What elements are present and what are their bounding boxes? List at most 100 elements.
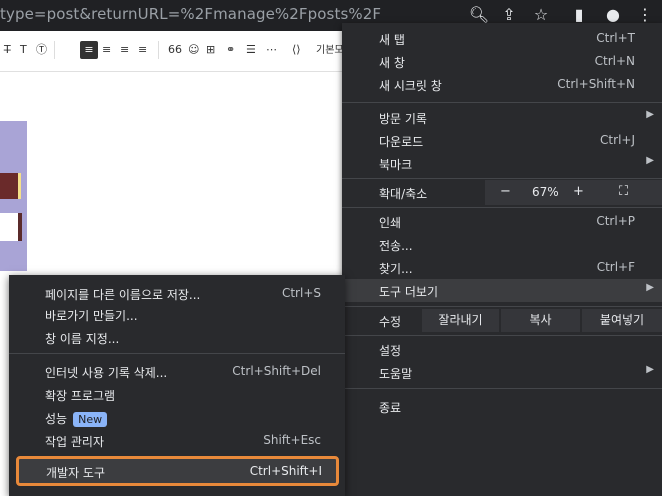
menu-item-new-incognito-window[interactable]: 새 시크릿 창 Ctrl+Shift+N (342, 73, 662, 96)
quote-icon[interactable]: 66 (168, 41, 182, 59)
menu-item-downloads[interactable]: 다운로드 Ctrl+J (342, 129, 662, 152)
submenu-item-performance[interactable]: 성능 New (9, 406, 345, 429)
menu-item-help[interactable]: 도움말 ▶ (342, 361, 662, 384)
menu-item-label: 북마크 (379, 158, 413, 172)
menu-item-bookmarks[interactable]: 북마크 ▶ (342, 152, 662, 175)
menu-separator (342, 388, 662, 389)
copy-button[interactable]: 복사 (501, 309, 580, 332)
align-right-icon[interactable]: ≡ (120, 41, 129, 59)
menu-item-label: 찾기... (379, 262, 413, 276)
emoji-icon[interactable]: ☺ (188, 41, 199, 59)
align-justify-icon[interactable]: ≡ (138, 41, 147, 59)
menu-item-shortcut: Ctrl+P (596, 214, 635, 228)
menu-item-label: 인쇄 (379, 216, 402, 230)
submenu-item-name-window[interactable]: 창 이름 지정... (9, 326, 345, 349)
cut-button[interactable]: 잘라내기 (422, 309, 499, 332)
fullscreen-icon[interactable]: ⛶ (619, 184, 628, 199)
submenu-item-clear-browsing-data[interactable]: 인터넷 사용 기록 삭제... Ctrl+Shift+Del (9, 360, 345, 383)
menu-item-shortcut: Shift+Esc (263, 433, 321, 447)
banner-graphic (0, 173, 21, 199)
link-icon[interactable]: ⚭ (226, 41, 235, 59)
menu-item-label: 개발자 도구 (46, 466, 106, 480)
menu-item-shortcut: Ctrl+Shift+I (249, 464, 322, 478)
menu-item-label: 성능 New (45, 410, 108, 427)
zoom-in-button[interactable]: + (573, 184, 584, 199)
menu-item-more-tools[interactable]: 도구 더보기 ▶ (342, 279, 662, 302)
menu-separator (342, 102, 662, 103)
banner-graphic (0, 213, 22, 241)
zoom-row: 확대/축소 − 67% + ⛶ (342, 180, 662, 205)
more-icon[interactable]: ⋯ (266, 41, 277, 59)
menu-item-exit[interactable]: 종료 (342, 395, 662, 418)
text-color-icon[interactable]: T (20, 41, 27, 59)
table-icon[interactable]: ⊞ (206, 41, 215, 59)
menu-item-shortcut: Ctrl+S (281, 286, 321, 300)
menu-item-settings[interactable]: 설정 (342, 338, 662, 361)
submenu-item-save-page-as[interactable]: 페이지를 다른 이름으로 저장... Ctrl+S (9, 282, 345, 305)
code-icon[interactable]: ⟨⟩ (292, 41, 301, 59)
edit-label: 수정 (379, 315, 402, 329)
menu-item-label: 방문 기록 (379, 112, 427, 126)
menu-item-new-window[interactable]: 새 창 Ctrl+N (342, 50, 662, 73)
menu-item-label: 창 이름 지정... (45, 332, 120, 346)
performance-label: 성능 (45, 412, 68, 426)
zoom-out-button[interactable]: − (500, 184, 511, 199)
strikethrough-icon[interactable]: T̶ (4, 41, 11, 59)
paste-button[interactable]: 붙여넣기 (582, 309, 662, 332)
menu-item-print[interactable]: 인쇄 Ctrl+P (342, 210, 662, 233)
menu-item-label: 전송... (379, 239, 413, 253)
menu-item-label: 새 창 (379, 56, 405, 70)
menu-item-label: 설정 (379, 344, 402, 358)
menu-item-shortcut: Ctrl+Shift+N (557, 77, 635, 91)
align-center-icon[interactable]: ≡ (102, 41, 111, 59)
text-style-label[interactable]: 기본모 (316, 41, 344, 56)
menu-item-shortcut: Ctrl+N (594, 54, 635, 68)
menu-item-shortcut: Ctrl+F (596, 260, 635, 274)
menu-item-cast[interactable]: 전송... (342, 233, 662, 256)
submenu-arrow-icon: ▶ (646, 282, 654, 293)
bullet-list-icon[interactable]: ☰ (246, 41, 256, 59)
submenu-item-create-shortcut[interactable]: 바로가기 만들기... (9, 303, 345, 326)
zoom-label: 확대/축소 (379, 187, 428, 201)
menu-separator (342, 306, 662, 307)
text-background-icon[interactable]: Ⓣ (36, 41, 47, 59)
menu-separator (342, 335, 662, 336)
menu-item-label: 새 탭 (379, 33, 405, 47)
menu-item-label: 도구 더보기 (379, 285, 439, 299)
menu-item-label: 페이지를 다른 이름으로 저장... (45, 288, 201, 302)
menu-item-shortcut: Ctrl+Shift+Del (232, 364, 321, 378)
menu-item-new-tab[interactable]: 새 탭 Ctrl+T (342, 27, 662, 50)
menu-item-label: 종료 (379, 401, 402, 415)
menu-item-label: 도움말 (379, 367, 413, 381)
menu-separator (342, 178, 662, 179)
menu-item-label: 새 시크릿 창 (379, 79, 442, 93)
divider-icon (62, 41, 72, 59)
post-banner-image (0, 121, 27, 271)
submenu-item-extensions[interactable]: 확장 프로그램 (9, 383, 345, 406)
menu-item-find[interactable]: 찾기... Ctrl+F (342, 256, 662, 279)
menu-item-label: 다운로드 (379, 135, 424, 149)
submenu-item-task-manager[interactable]: 작업 관리자 Shift+Esc (9, 429, 345, 452)
menu-item-shortcut: Ctrl+T (596, 31, 635, 45)
address-bar-url[interactable]: type=post&returnURL=%2Fmanage%2Fposts%2F (0, 5, 381, 23)
menu-item-label: 바로가기 만들기... (45, 309, 138, 323)
submenu-arrow-icon: ▶ (646, 109, 654, 120)
edit-row: 수정 잘라내기 복사 붙여넣기 (342, 309, 662, 332)
chrome-main-menu: 새 탭 Ctrl+T 새 창 Ctrl+N 새 시크릿 창 Ctrl+Shift… (342, 23, 662, 496)
new-badge: New (73, 412, 108, 427)
submenu-item-developer-tools[interactable]: 개발자 도구 Ctrl+Shift+I (16, 456, 339, 486)
more-tools-submenu: 페이지를 다른 이름으로 저장... Ctrl+S 바로가기 만들기... 창 … (9, 275, 345, 496)
menu-item-history[interactable]: 방문 기록 ▶ (342, 106, 662, 129)
submenu-arrow-icon: ▶ (646, 364, 654, 375)
zoom-level: 67% (532, 185, 559, 199)
menu-item-label: 확장 프로그램 (45, 389, 116, 403)
menu-item-label: 작업 관리자 (45, 435, 105, 449)
menu-item-label: 인터넷 사용 기록 삭제... (45, 366, 168, 380)
align-left-icon[interactable]: ≡ (80, 41, 98, 59)
toolbar-divider (54, 41, 55, 59)
menu-separator (342, 207, 662, 208)
menu-separator (9, 353, 345, 354)
submenu-arrow-icon: ▶ (646, 155, 654, 166)
menu-item-shortcut: Ctrl+J (600, 133, 635, 147)
toolbar-divider (158, 41, 159, 59)
